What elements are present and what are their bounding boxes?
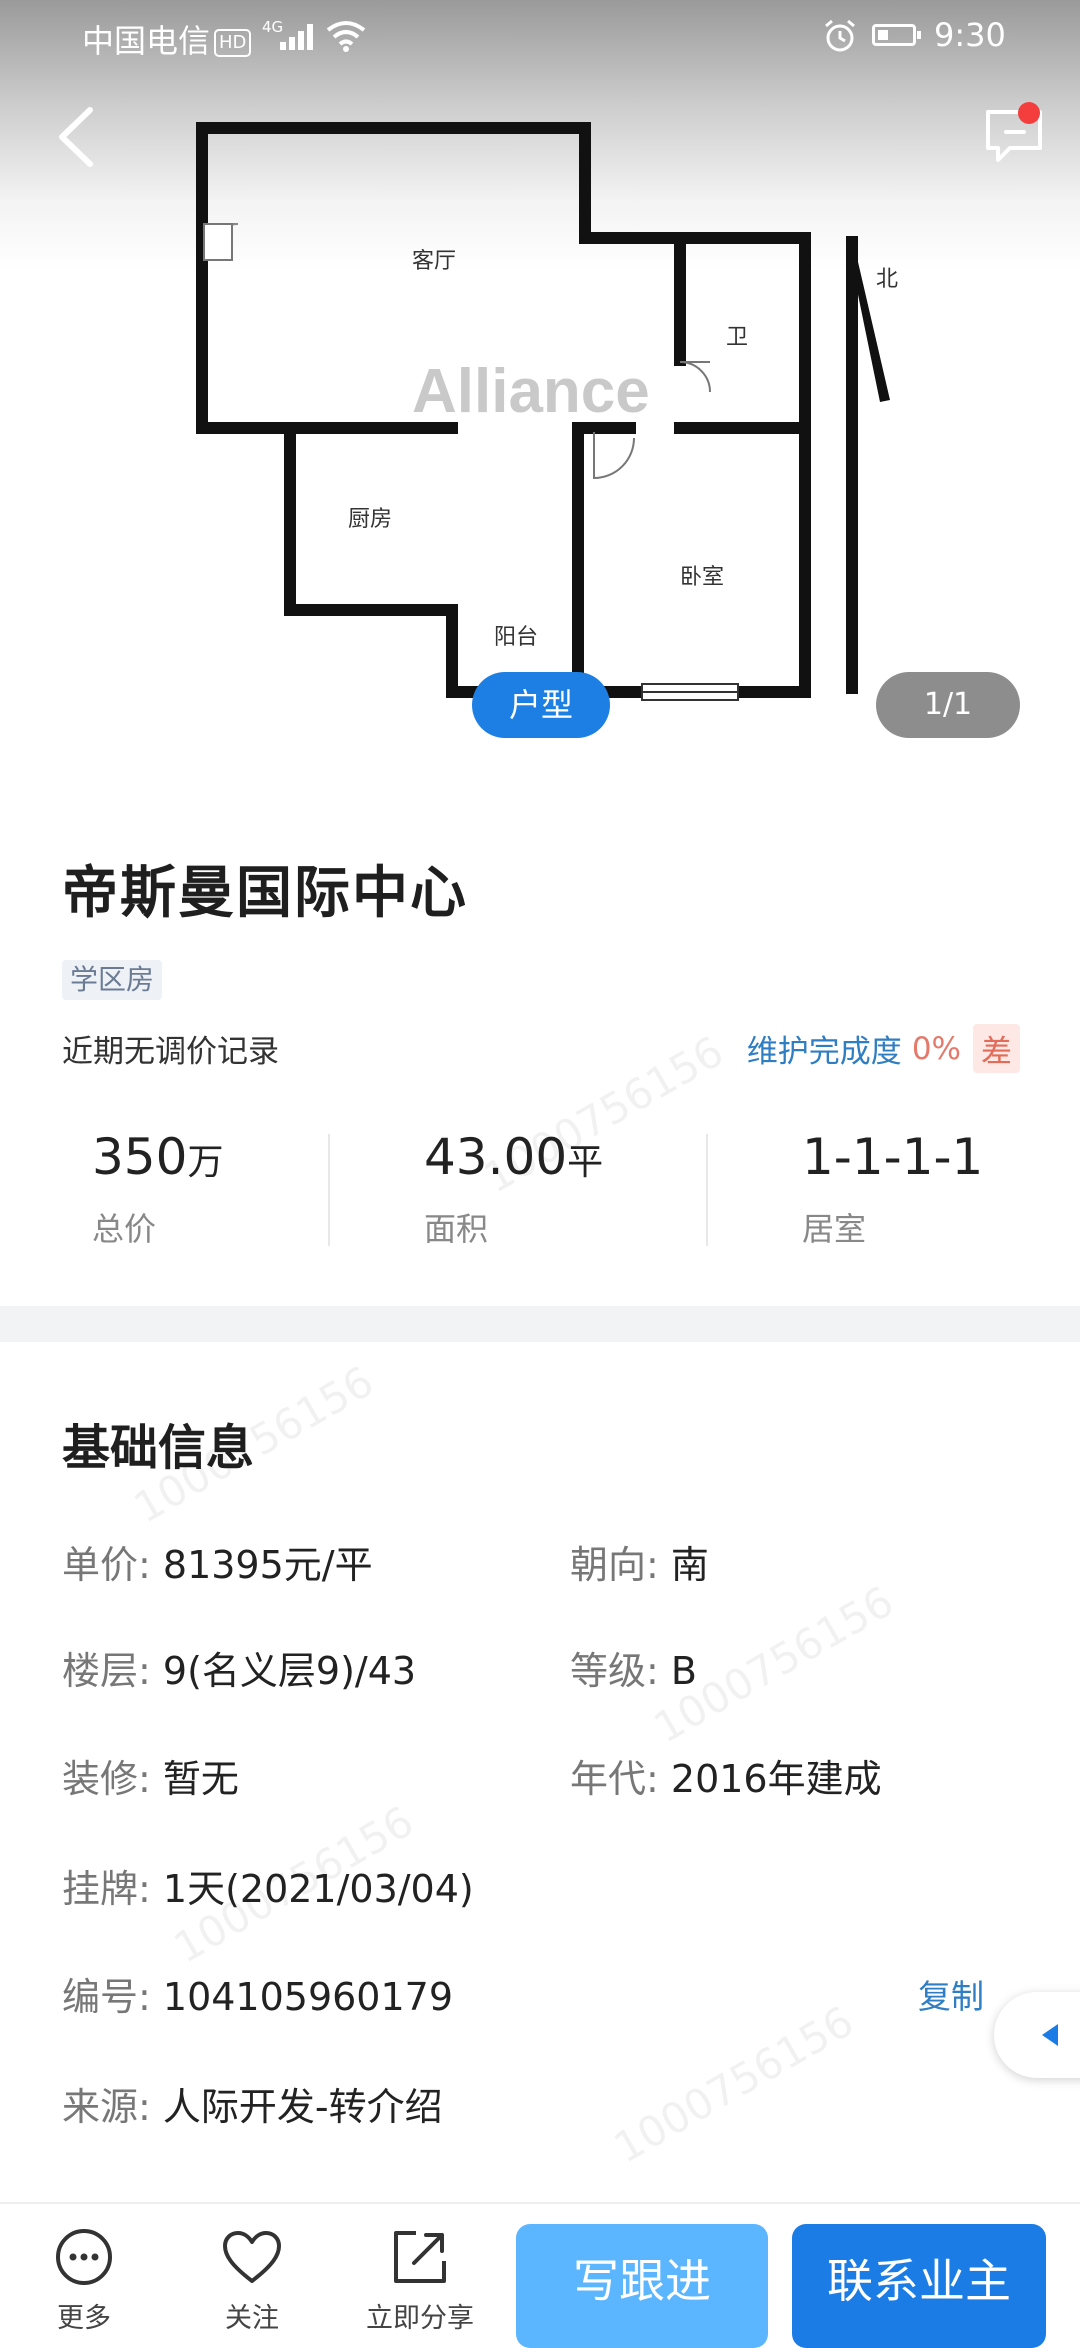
- stat-divider: [706, 1134, 708, 1246]
- total-price-unit: 万: [187, 1142, 224, 1183]
- heart-icon: [223, 2231, 281, 2283]
- area-unit: 平: [567, 1142, 604, 1183]
- number-row: 编号: 104105960179: [62, 1966, 453, 2021]
- year-key: 年代:: [570, 1757, 671, 1801]
- listed-row: 挂牌: 1天(2021/03/04): [62, 1858, 474, 1913]
- maintenance-completion[interactable]: 维护完成度 0% 差: [747, 1024, 1020, 1073]
- room-label-living: 客厅: [412, 249, 456, 274]
- battery-icon: [872, 24, 921, 46]
- area-label: 面积: [424, 1210, 489, 1248]
- more-button[interactable]: 更多: [24, 2224, 144, 2335]
- status-carrier: 中国电信 HD: [82, 16, 252, 62]
- price-change-note: 近期无调价记录: [62, 1034, 279, 1070]
- write-followup-button[interactable]: 写跟进: [516, 2224, 768, 2348]
- room-label-bedroom: 卧室: [680, 565, 724, 590]
- share-button[interactable]: 立即分享: [360, 2224, 480, 2335]
- copy-number-button[interactable]: 复制: [918, 1970, 984, 2018]
- unit-price-row: 单价: 81395元/平: [62, 1534, 373, 1589]
- contact-owner-button[interactable]: 联系业主: [792, 2224, 1046, 2348]
- listed-key: 挂牌:: [62, 1867, 163, 1911]
- source-row: 来源: 人际开发-转介绍: [62, 2076, 443, 2131]
- maintenance-percent: 0%: [911, 1030, 961, 1067]
- more-label: 更多: [57, 2303, 111, 2334]
- rooms-number: 1-1-1-1: [802, 1128, 984, 1186]
- source-value: 人际开发-转介绍: [162, 2085, 443, 2129]
- floor-key: 楼层:: [62, 1649, 163, 1693]
- listed-value: 1天(2021/03/04): [162, 1867, 474, 1911]
- share-label: 立即分享: [366, 2303, 474, 2334]
- grade-key: 等级:: [570, 1649, 671, 1693]
- signal-icon: [280, 24, 316, 50]
- share-icon: [394, 2231, 446, 2283]
- more-dots-icon: [56, 2229, 112, 2285]
- orientation-value: 南: [670, 1543, 709, 1587]
- hd-badge: HD: [214, 29, 252, 57]
- back-button[interactable]: [52, 102, 102, 172]
- decoration-key: 装修:: [62, 1757, 163, 1801]
- rooms-label: 居室: [802, 1210, 867, 1248]
- floor-plan-image[interactable]: 客厅 卫 厨房 卧室 阳台 北 Alliance: [0, 0, 1080, 770]
- follow-label: 关注: [225, 2303, 279, 2334]
- basic-info-heading: 基础信息: [62, 1420, 255, 1476]
- status-time: 9:30: [934, 16, 1006, 54]
- side-expand-tab[interactable]: [994, 1992, 1080, 2078]
- floor-plan-hero: 客厅 卫 厨房 卧室 阳台 北 Alliance 中国电信HD 4G 9:30: [0, 0, 1080, 770]
- source-key: 来源:: [62, 2085, 163, 2129]
- total-price-value: 350万: [92, 1128, 223, 1186]
- orientation-row: 朝向: 南: [570, 1534, 709, 1589]
- floor-row: 楼层: 9(名义层9)/43: [62, 1640, 416, 1695]
- total-price-label: 总价: [92, 1210, 157, 1248]
- rooms-value: 1-1-1-1: [802, 1128, 983, 1186]
- year-row: 年代: 2016年建成: [570, 1748, 882, 1803]
- alarm-icon: [825, 19, 855, 52]
- unit-price-key: 单价:: [62, 1543, 163, 1587]
- floor-plan-type-button[interactable]: 户型: [472, 672, 610, 738]
- notification-dot: [1018, 102, 1040, 124]
- decoration-value: 暂无: [162, 1757, 239, 1801]
- chevron-left-icon: [59, 107, 93, 167]
- north-label: 北: [876, 267, 898, 292]
- area-number: 43.00: [424, 1128, 568, 1186]
- follow-button[interactable]: 关注: [192, 2224, 312, 2335]
- grade-value: B: [670, 1649, 697, 1693]
- maintenance-label: 维护完成度: [746, 1034, 902, 1070]
- year-value: 2016年建成: [670, 1757, 882, 1801]
- area-value: 43.00平: [424, 1128, 603, 1186]
- number-key: 编号:: [62, 1975, 163, 2019]
- image-pager: 1/1: [876, 672, 1020, 738]
- room-label-bathroom: 卫: [726, 325, 748, 350]
- maintenance-grade-badge: 差: [973, 1024, 1020, 1073]
- orientation-key: 朝向:: [570, 1543, 671, 1587]
- decoration-row: 装修: 暂无: [62, 1748, 239, 1803]
- grade-row: 等级: B: [570, 1640, 697, 1695]
- unit-price-value: 81395元/平: [162, 1543, 373, 1587]
- room-label-balcony: 阳台: [494, 625, 538, 650]
- carrier-name: 中国电信: [82, 22, 211, 60]
- total-price-number: 350: [92, 1128, 188, 1186]
- watermark-text: 1000756156: [605, 1996, 862, 2173]
- triangle-left-icon: [1042, 2024, 1058, 2046]
- school-district-tag: 学区房: [62, 960, 163, 1000]
- floor-plan-logo: Alliance: [412, 357, 650, 426]
- floor-value: 9(名义层9)/43: [162, 1649, 417, 1693]
- room-label-kitchen: 厨房: [348, 507, 392, 532]
- wifi-icon: [326, 21, 366, 52]
- stat-divider: [328, 1134, 330, 1246]
- listing-title: 帝斯曼国际中心: [62, 861, 468, 926]
- section-divider: [0, 1306, 1080, 1342]
- number-value: 104105960179: [162, 1975, 454, 2019]
